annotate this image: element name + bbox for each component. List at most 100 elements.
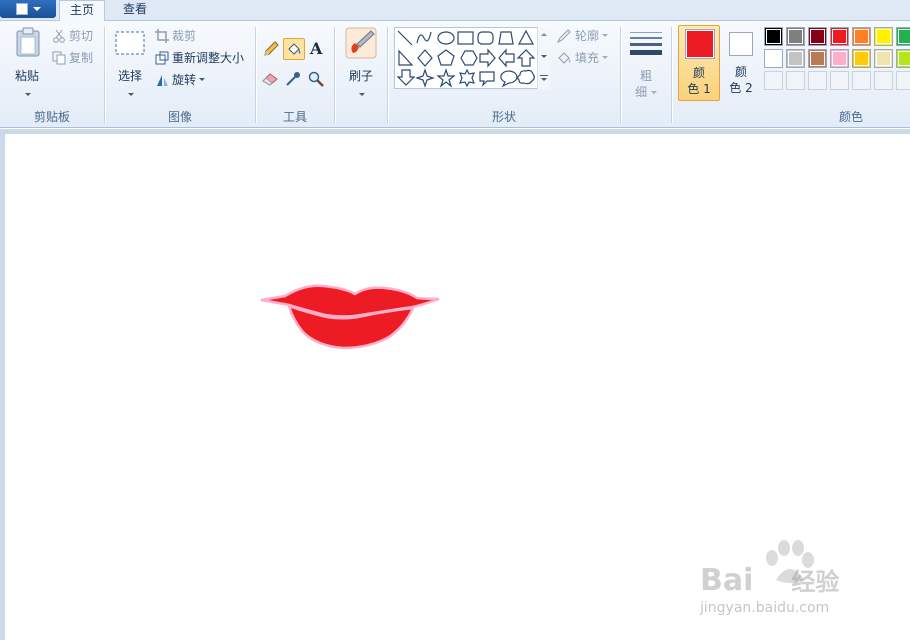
palette-swatch-inner <box>898 29 910 44</box>
color2-button[interactable]: 颜 色 2 <box>722 25 762 101</box>
brushes-dropdown-caret <box>359 87 365 101</box>
rectangle-shape-icon <box>457 31 474 45</box>
palette-color-swatch[interactable] <box>764 71 783 90</box>
image-group-label: 图像 <box>167 110 192 124</box>
pencil-icon <box>264 41 279 56</box>
color1-button[interactable]: 颜 色 1 <box>678 25 720 101</box>
eraser-icon <box>262 73 278 86</box>
eraser-tool-button[interactable] <box>260 69 282 91</box>
left-arrow-shape-icon <box>498 48 515 68</box>
copy-button[interactable]: 复制 <box>52 49 93 66</box>
gallery-expand-icon[interactable] <box>541 78 547 81</box>
oval-shape-icon <box>437 31 455 45</box>
tools-group: A 工具 <box>256 21 334 128</box>
color1-label-line1: 颜 <box>692 66 705 80</box>
palette-color-swatch[interactable] <box>786 27 805 46</box>
pencil-tool-button[interactable] <box>260 38 282 60</box>
palette-color-swatch[interactable] <box>896 71 910 90</box>
brushes-group: 刷子 <box>335 21 387 128</box>
magnifier-tool-button[interactable] <box>306 69 328 91</box>
size-group: 粗 细 <box>621 21 671 128</box>
cut-button[interactable]: 剪切 <box>52 27 93 44</box>
copy-label: 复制 <box>69 51 94 65</box>
pentagon-shape-icon <box>437 49 455 66</box>
hexagon-shape-icon <box>460 50 478 66</box>
select-button[interactable]: 选择 <box>111 25 149 101</box>
palette-color-swatch[interactable] <box>874 49 893 68</box>
color1-swatch-frame <box>685 29 715 59</box>
rounded-rectangle-shape-icon <box>477 31 494 45</box>
scroll-down-arrow-icon[interactable] <box>541 55 547 58</box>
color2-label-line2: 色 2 <box>729 81 753 95</box>
palette-swatch-inner <box>810 29 825 44</box>
outline-icon <box>556 28 571 43</box>
watermark-brand: Bai 经验 <box>700 562 839 598</box>
clipboard-group-label: 剪贴板 <box>33 110 70 124</box>
color1-label-line2: 色 1 <box>687 82 711 96</box>
text-tool-button[interactable]: A <box>306 38 328 60</box>
outline-button[interactable]: 轮廓 <box>556 27 609 44</box>
palette-color-swatch[interactable] <box>764 27 783 46</box>
palette-swatch-inner <box>810 51 825 66</box>
palette-color-swatch[interactable] <box>830 71 849 90</box>
tab-view[interactable]: 查看 <box>112 0 158 21</box>
color1-swatch <box>687 31 713 57</box>
palette-color-swatch[interactable] <box>874 71 893 90</box>
palette-color-swatch[interactable] <box>852 49 871 68</box>
size-dropdown-caret <box>650 91 657 94</box>
palette-color-swatch[interactable] <box>830 27 849 46</box>
tools-group-label: 工具 <box>282 110 307 124</box>
palette-color-swatch[interactable] <box>786 49 805 68</box>
text-icon: A <box>310 39 323 58</box>
fill-bucket-icon <box>288 43 301 55</box>
palette-color-swatch[interactable] <box>786 71 805 90</box>
line-shape-icon <box>397 30 413 46</box>
shapes-gallery-scrollbar[interactable] <box>537 27 550 89</box>
size-button[interactable]: 粗 细 <box>627 25 665 105</box>
resize-button[interactable]: 重新调整大小 <box>155 49 244 66</box>
palette-color-swatch[interactable] <box>830 49 849 68</box>
four-point-star-shape-icon <box>415 68 435 88</box>
color2-swatch <box>731 34 751 54</box>
crop-label: 裁剪 <box>172 29 197 43</box>
size-label-line1: 粗 <box>639 69 652 83</box>
palette-color-swatch[interactable] <box>808 49 827 68</box>
fill-label: 填充 <box>575 51 600 65</box>
palette-color-swatch[interactable] <box>852 27 871 46</box>
palette-color-swatch[interactable] <box>874 27 893 46</box>
image-group: 选择 裁剪 重新调整大小 旋转 图像 <box>105 21 255 128</box>
crop-button[interactable]: 裁剪 <box>155 27 196 44</box>
select-label: 选择 <box>117 69 142 83</box>
fill-tool-button[interactable] <box>283 38 305 60</box>
diamond-shape-icon <box>417 49 433 67</box>
palette-color-swatch[interactable] <box>852 71 871 90</box>
rounded-callout-shape-icon <box>479 71 495 87</box>
paste-label: 粘贴 <box>14 69 39 83</box>
rotate-icon <box>157 74 168 86</box>
palette-swatch-inner <box>832 51 847 66</box>
down-arrow-shape-icon <box>396 69 416 86</box>
palette-color-swatch[interactable] <box>896 49 910 68</box>
tab-home[interactable]: 主页 <box>59 0 105 22</box>
rotate-button[interactable]: 旋转 <box>155 71 206 88</box>
palette-color-swatch[interactable] <box>764 49 783 68</box>
six-point-star-shape-icon <box>459 68 475 88</box>
palette-color-swatch[interactable] <box>808 71 827 90</box>
scroll-up-arrow-icon[interactable] <box>541 33 547 36</box>
palette-color-swatch[interactable] <box>808 27 827 46</box>
outline-label: 轮廓 <box>575 29 600 43</box>
shapes-gallery <box>394 27 550 89</box>
palette-swatch-inner <box>766 51 781 66</box>
shapes-gallery-grid <box>396 29 536 88</box>
fill-button[interactable]: 填充 <box>556 49 609 66</box>
palette-color-swatch[interactable] <box>896 27 910 46</box>
right-arrow-shape-icon <box>479 48 496 68</box>
clipboard-icon <box>16 27 40 57</box>
paste-button[interactable]: 粘贴 <box>8 25 46 101</box>
application-menu-button[interactable] <box>0 0 56 18</box>
select-dropdown-caret <box>128 87 134 101</box>
ribbon-tab-bar: 主页 查看 <box>0 0 910 22</box>
color-picker-tool-button[interactable] <box>283 69 305 91</box>
scissors-icon <box>53 29 65 43</box>
brushes-button[interactable]: 刷子 <box>341 25 381 101</box>
